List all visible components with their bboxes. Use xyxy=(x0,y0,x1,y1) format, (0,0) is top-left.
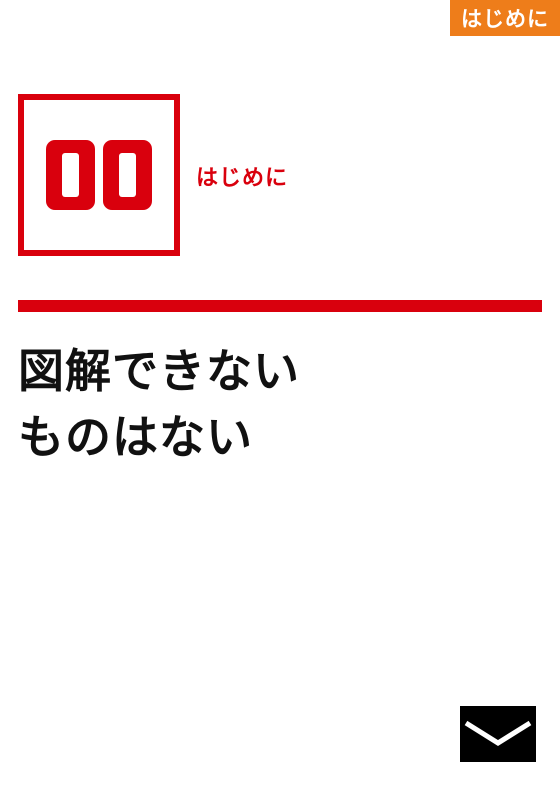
headline-line-2: ものはない xyxy=(18,410,253,464)
section-divider xyxy=(18,300,542,312)
chapter-digit xyxy=(103,140,152,210)
section-tab: はじめに xyxy=(450,0,560,36)
chapter-number-box: 00 xyxy=(18,94,180,256)
chapter-number xyxy=(46,140,152,210)
chevron-down-icon xyxy=(464,720,532,746)
chapter-title: はじめに xyxy=(196,166,289,191)
next-page-button[interactable] xyxy=(460,706,536,762)
page-headline: 図解できない ものはない xyxy=(18,338,300,470)
headline-line-1: 図解できない xyxy=(18,344,300,398)
chapter-digit xyxy=(46,140,95,210)
